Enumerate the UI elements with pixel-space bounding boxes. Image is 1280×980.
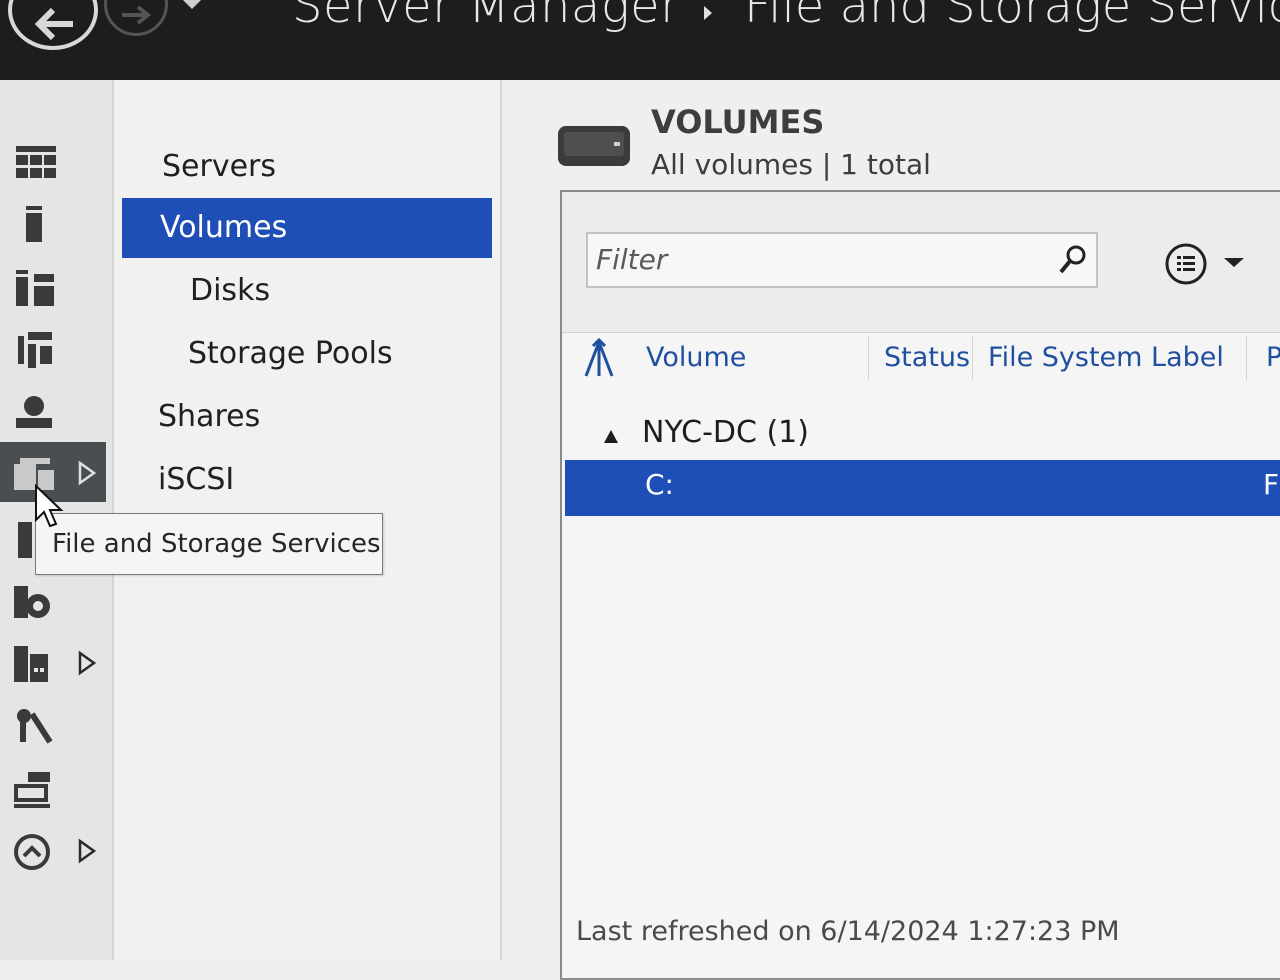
column-header-p[interactable]: P xyxy=(1266,342,1280,373)
back-button[interactable] xyxy=(8,0,98,50)
section-subtitle: All volumes | 1 total xyxy=(651,148,931,181)
column-divider[interactable] xyxy=(868,336,869,380)
forward-arrow-icon xyxy=(122,5,152,25)
title-bar: Server Manager File and Storage Services xyxy=(0,0,1280,80)
column-header-file-system-label[interactable]: File System Label xyxy=(988,342,1224,373)
search-icon[interactable] xyxy=(1058,244,1088,276)
app-title: Server Manager xyxy=(292,0,681,34)
subnav-item-volumes[interactable]: Volumes xyxy=(122,198,492,258)
subnav-item-iscsi[interactable]: iSCSI xyxy=(158,450,234,510)
collapse-triangle-icon[interactable] xyxy=(604,430,618,443)
panel-toolbar: Filter xyxy=(562,192,1280,333)
dashboard-icon xyxy=(16,146,56,178)
rail-item-server-role[interactable] xyxy=(0,570,106,630)
volumes-panel: Filter Volume Status File System Label P… xyxy=(560,190,1280,980)
forward-button[interactable] xyxy=(104,0,168,36)
mouse-cursor-icon xyxy=(35,484,64,528)
section-title: VOLUMES xyxy=(651,103,825,141)
rail-item-print-services[interactable] xyxy=(0,758,106,818)
local-server-icon xyxy=(26,206,42,242)
filter-placeholder: Filter xyxy=(596,243,668,276)
back-arrow-icon xyxy=(34,7,73,41)
tooltip: File and Storage Services xyxy=(35,513,383,575)
subnav-item-disks[interactable]: Disks xyxy=(190,261,270,321)
last-refreshed-text: Last refreshed on 6/14/2024 1:27:23 PM xyxy=(576,916,1120,947)
column-divider[interactable] xyxy=(972,336,973,380)
breadcrumb-separator-icon xyxy=(704,6,712,20)
rail-item-dns[interactable] xyxy=(0,380,106,440)
column-header-volume[interactable]: Volume xyxy=(646,342,746,373)
rail-item-local-server[interactable] xyxy=(0,192,106,252)
server-role-icon xyxy=(14,586,50,618)
trailing-cell: F xyxy=(1263,468,1280,501)
dns-icon xyxy=(16,396,52,428)
rail-item-tools[interactable] xyxy=(0,694,106,754)
column-header-status[interactable]: Status xyxy=(884,342,970,373)
expand-arrow-icon[interactable] xyxy=(76,650,98,676)
table-row[interactable]: C: F xyxy=(565,460,1280,516)
group-row[interactable]: NYC-DC (1) xyxy=(562,410,1280,460)
volume-drive-icon xyxy=(558,126,630,166)
sort-icon[interactable] xyxy=(582,338,616,380)
tools-icon xyxy=(17,709,53,744)
list-view-icon[interactable] xyxy=(1164,242,1208,286)
chevron-down-icon xyxy=(182,0,202,9)
rail-item-wsus[interactable] xyxy=(0,820,106,880)
rail-item-ad-ds[interactable] xyxy=(0,318,106,378)
history-dropdown[interactable] xyxy=(178,0,206,14)
expand-arrow-icon[interactable] xyxy=(76,460,98,486)
subnav-item-shares[interactable]: Shares xyxy=(158,387,260,447)
subnav-item-storage-pools[interactable]: Storage Pools xyxy=(188,324,393,384)
chevron-down-icon[interactable] xyxy=(1224,258,1244,267)
ad-ds-icon xyxy=(18,332,52,368)
rail-item-remote-desktop[interactable] xyxy=(0,632,106,692)
remote-desktop-icon xyxy=(14,646,48,682)
rail-item-dashboard[interactable] xyxy=(0,130,106,190)
page-title: File and Storage Services xyxy=(744,0,1280,34)
filter-input[interactable]: Filter xyxy=(586,232,1098,288)
print-services-icon xyxy=(14,772,50,808)
expand-arrow-icon[interactable] xyxy=(76,838,98,864)
wsus-icon xyxy=(14,834,50,870)
column-divider[interactable] xyxy=(1246,336,1247,380)
all-servers-icon xyxy=(16,270,54,306)
group-label: NYC-DC (1) xyxy=(642,415,809,450)
rail-item-all-servers[interactable] xyxy=(0,256,106,316)
volume-cell: C: xyxy=(645,468,674,501)
subnav-item-servers[interactable]: Servers xyxy=(162,137,276,197)
